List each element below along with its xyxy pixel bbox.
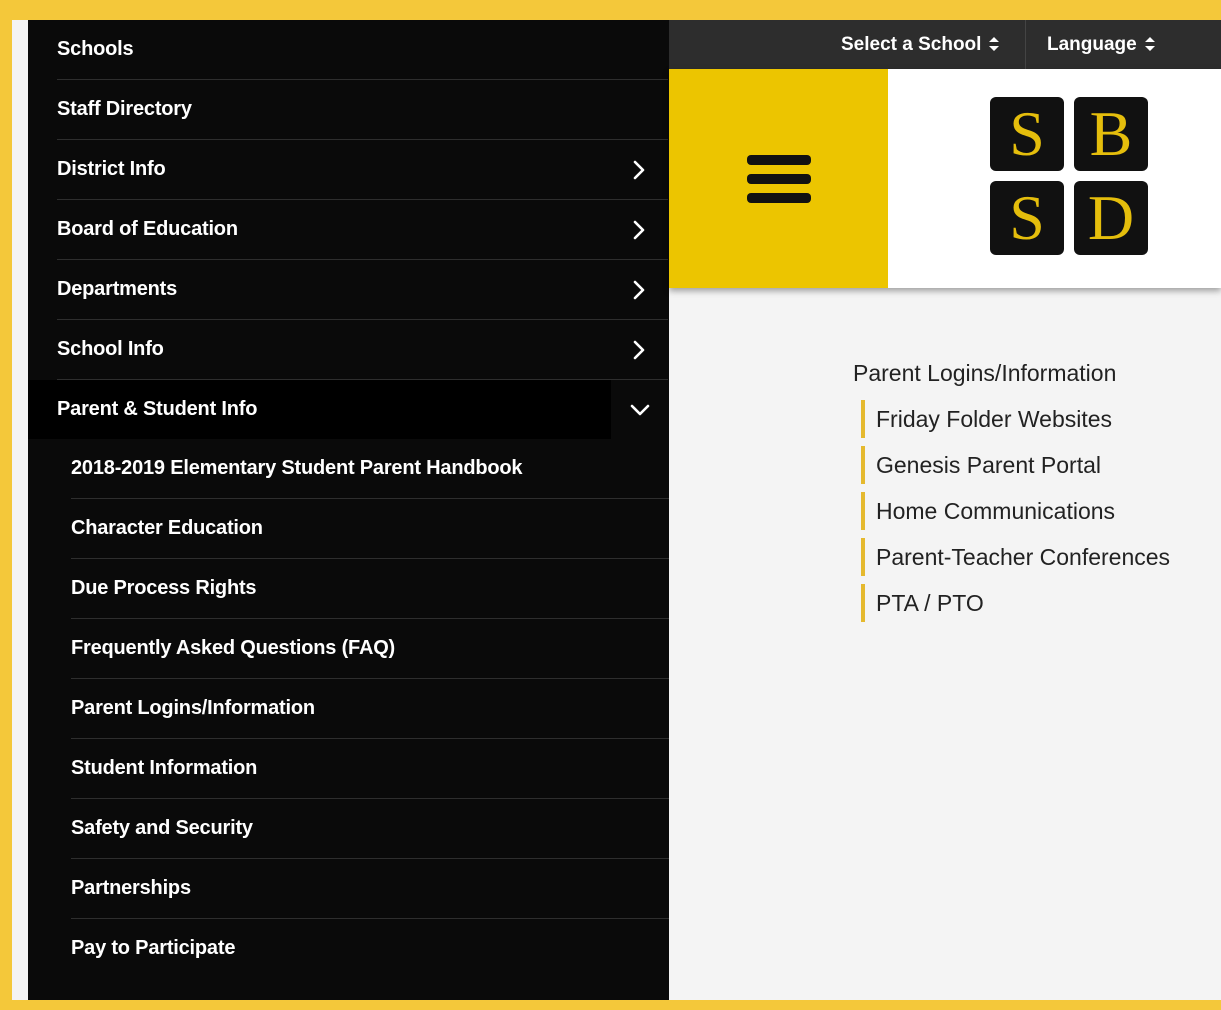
top-utility-bar: Select a School Language [669, 20, 1221, 69]
divider [1025, 20, 1026, 69]
submenu-item[interactable]: Character Education [71, 499, 669, 559]
sort-arrows-icon [989, 36, 1000, 53]
sidebar-item-label: Schools [57, 38, 134, 60]
submenu-list: 2018-2019 Elementary Student Parent Hand… [28, 439, 669, 978]
submenu-item[interactable]: Safety and Security [71, 799, 669, 859]
submenu-item[interactable]: 2018-2019 Elementary Student Parent Hand… [71, 439, 669, 499]
hamburger-icon [747, 174, 811, 184]
page-title: Parent Logins/Information [853, 360, 1117, 386]
parent-links-list: Friday Folder Websites Genesis Parent Po… [861, 400, 1170, 630]
logo-letter: S [990, 181, 1064, 255]
sidebar-nav: Schools Staff Directory District Info Bo… [28, 20, 669, 1000]
submenu-item[interactable]: Frequently Asked Questions (FAQ) [71, 619, 669, 679]
sidebar-item-label: District Info [57, 158, 166, 180]
sidebar-item-departments[interactable]: Departments [57, 260, 668, 320]
sort-arrows-icon [1144, 36, 1155, 53]
submenu-item[interactable]: Due Process Rights [71, 559, 669, 619]
chevron-right-icon[interactable] [628, 159, 650, 181]
chevron-down-icon[interactable] [611, 380, 669, 439]
chevron-right-icon[interactable] [628, 219, 650, 241]
submenu-item[interactable]: Pay to Participate [71, 919, 669, 978]
sidebar-item-district-info[interactable]: District Info [57, 140, 668, 200]
site-header: S B S D [669, 69, 1221, 288]
sidebar-item-school-info[interactable]: School Info [57, 320, 668, 380]
sidebar-item-label: Parent & Student Info [57, 398, 258, 420]
list-item-link[interactable]: PTA / PTO [861, 584, 1170, 622]
list-item-link[interactable]: Genesis Parent Portal [861, 446, 1170, 484]
list-item-link[interactable]: Parent-Teacher Conferences [861, 538, 1170, 576]
sidebar-item-parent-student-info[interactable]: Parent & Student Info [28, 380, 669, 439]
language-dropdown[interactable]: Language [1047, 20, 1155, 69]
page-frame: Schools Staff Directory District Info Bo… [12, 20, 1221, 1000]
sidebar-item-label: Staff Directory [57, 98, 192, 120]
list-item-link[interactable]: Home Communications [861, 492, 1170, 530]
submenu-item[interactable]: Partnerships [71, 859, 669, 919]
logo-letter: D [1074, 181, 1148, 255]
hamburger-icon [747, 193, 811, 203]
district-logo[interactable]: S B S D [990, 97, 1150, 257]
language-label: Language [1047, 33, 1137, 55]
sidebar-item-schools[interactable]: Schools [57, 20, 668, 80]
sidebar-item-label: Board of Education [57, 218, 238, 240]
menu-toggle-button[interactable] [669, 69, 888, 288]
sidebar-item-label: Departments [57, 278, 178, 300]
logo-letter: S [990, 97, 1064, 171]
select-school-label: Select a School [841, 33, 982, 55]
logo-letter: B [1074, 97, 1148, 171]
chevron-right-icon[interactable] [628, 339, 650, 361]
submenu-item[interactable]: Parent Logins/Information [71, 679, 669, 739]
sidebar-item-board-of-education[interactable]: Board of Education [57, 200, 668, 260]
list-item-link[interactable]: Friday Folder Websites [861, 400, 1170, 438]
hamburger-icon [747, 155, 811, 165]
submenu-item[interactable]: Student Information [71, 739, 669, 799]
chevron-right-icon[interactable] [628, 279, 650, 301]
sidebar-item-staff-directory[interactable]: Staff Directory [57, 80, 668, 140]
sidebar-item-label: School Info [57, 338, 164, 360]
select-school-dropdown[interactable]: Select a School [841, 20, 1000, 69]
